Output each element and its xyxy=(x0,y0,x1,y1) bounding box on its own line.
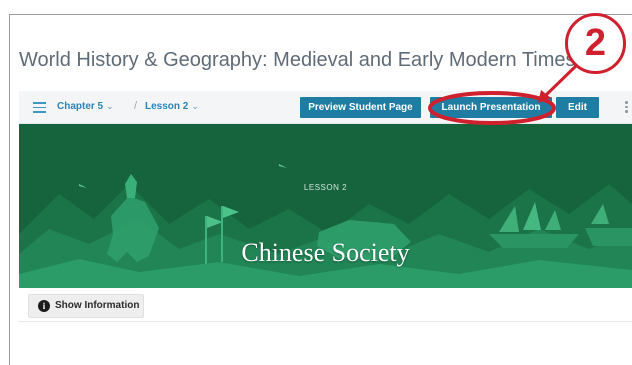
lesson-dropdown[interactable]: Lesson 2 ⌄ xyxy=(145,101,199,112)
page-title: World History & Geography: Medieval and … xyxy=(19,49,576,71)
divider xyxy=(19,321,632,322)
info-icon: i xyxy=(38,300,50,312)
step-callout: 2 xyxy=(565,13,626,74)
chapter-label: Chapter 5 xyxy=(57,101,104,112)
preview-student-page-button[interactable]: Preview Student Page xyxy=(300,97,421,118)
menu-icon[interactable] xyxy=(33,102,46,113)
more-vertical-icon[interactable] xyxy=(625,101,628,114)
chapter-dropdown[interactable]: Chapter 5 ⌄ xyxy=(57,101,114,112)
edit-button[interactable]: Edit xyxy=(556,97,599,118)
launch-presentation-button[interactable]: Launch Presentation xyxy=(430,97,552,118)
step-number: 2 xyxy=(584,22,607,64)
lesson-label: Lesson 2 xyxy=(145,101,189,112)
show-information-label: Show Information xyxy=(55,300,140,311)
chevron-down-icon: ⌄ xyxy=(191,101,199,111)
chevron-down-icon: ⌄ xyxy=(106,101,114,111)
lesson-kicker: LESSON 2 xyxy=(303,183,348,192)
breadcrumb-separator: / xyxy=(134,100,138,112)
lesson-title: Chinese Society xyxy=(241,238,410,267)
lesson-toolbar: Chapter 5 ⌄ / Lesson 2 ⌄ Preview Student P… xyxy=(19,91,632,124)
lesson-banner: LESSON 2 Chinese Society xyxy=(19,124,632,288)
show-information-button[interactable]: i Show Information xyxy=(28,294,144,318)
